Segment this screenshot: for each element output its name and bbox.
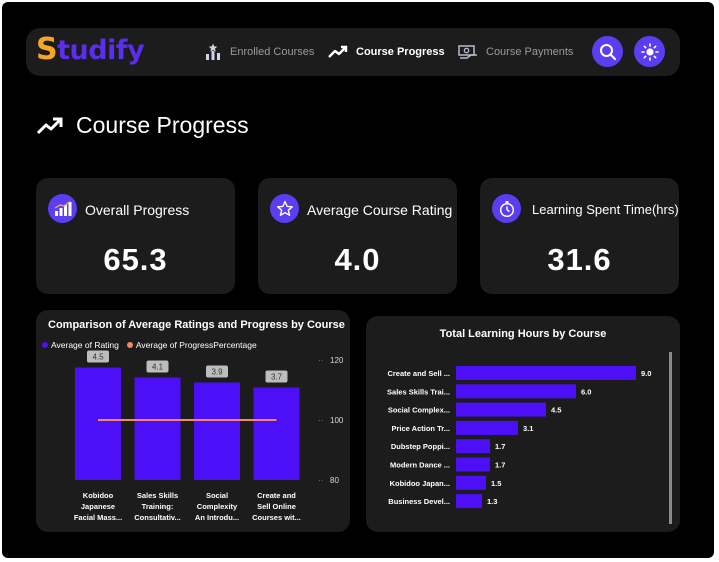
kpi-label: Overall Progress <box>85 202 190 218</box>
ratings-progress-chart-panel: Comparison of Average Ratings and Progre… <box>36 310 350 532</box>
data-label: 3.7 <box>271 373 283 382</box>
kpi-card-learning-time: Learning Spent Time(hrs) 31.6 <box>480 178 679 294</box>
category-label: Create and Sell ... <box>387 369 450 378</box>
kpi-icon-badge <box>48 194 77 223</box>
kpi-label: Average Course Rating <box>307 202 453 218</box>
data-label: 1.7 <box>495 442 505 451</box>
page-title: Course Progress <box>36 112 249 139</box>
bar-rating[interactable] <box>134 377 181 481</box>
axis-tick-label: 80 <box>330 476 339 485</box>
kpi-card-overall-progress: Overall Progress 65.3 <box>36 178 235 294</box>
category-label: Create and <box>257 491 296 500</box>
category-label: Sales Skills Trai... <box>387 387 450 396</box>
nav-enrolled-courses[interactable]: Enrolled Courses <box>204 42 314 62</box>
money-icon <box>458 45 477 59</box>
nav-enrolled-label: Enrolled Courses <box>230 46 315 58</box>
bar-learning-hours[interactable] <box>456 439 490 454</box>
category-label: Price Action Tr... <box>392 424 451 433</box>
bar-learning-hours[interactable] <box>456 494 482 509</box>
data-label: 3.9 <box>211 368 223 377</box>
category-label: Training: <box>142 502 174 511</box>
bar-learning-hours[interactable] <box>456 420 518 435</box>
axis-tick-label: 120 <box>330 356 344 365</box>
data-label: 6.0 <box>581 387 591 396</box>
category-label: Social <box>206 491 228 500</box>
axis-tick-mark: ·· <box>318 476 323 485</box>
sun-icon <box>640 42 659 61</box>
bar-learning-hours[interactable] <box>456 457 490 472</box>
category-label: Consultativ... <box>134 513 181 522</box>
nav-course-progress[interactable]: Course Progress <box>328 42 445 62</box>
data-label: 4.1 <box>152 363 164 372</box>
kpi-value: 4.0 <box>334 242 381 277</box>
category-label: Sell Online <box>257 502 296 511</box>
scrollbar-thumb[interactable] <box>669 352 672 524</box>
data-label: 1.3 <box>487 497 497 506</box>
bar-rating[interactable] <box>194 382 240 481</box>
logo-initial: S <box>36 32 58 67</box>
page-title-text: Course Progress <box>76 112 249 138</box>
bar-learning-hours[interactable] <box>456 402 546 417</box>
data-label: 9.0 <box>641 369 651 378</box>
category-label: Kobidoo <box>83 491 114 500</box>
bar-rating[interactable] <box>75 367 121 481</box>
data-label: 1.7 <box>495 461 505 470</box>
category-label: Sales Skills <box>137 491 178 500</box>
data-label: 4.5 <box>551 406 561 415</box>
dashboard-frame: Studify Enrolled Courses Course Progress… <box>2 2 714 558</box>
search-button[interactable] <box>592 36 623 67</box>
bar-learning-hours[interactable] <box>456 366 636 380</box>
star-bars-icon <box>206 43 220 60</box>
trend-up-icon <box>36 117 63 134</box>
axis-tick-mark: ·· <box>318 356 323 365</box>
data-label: 3.1 <box>523 424 533 433</box>
kpi-value: 31.6 <box>547 242 612 277</box>
axis-tick-mark: ·· <box>318 416 323 425</box>
bar-learning-hours[interactable] <box>456 384 576 399</box>
bar-rating[interactable] <box>253 387 300 481</box>
nav-progress-label: Course Progress <box>356 46 445 58</box>
category-label: An Introdu... <box>195 513 239 522</box>
category-label: Japanese <box>81 502 115 511</box>
bar-chart-icon <box>54 200 71 216</box>
category-label: Complexity <box>197 502 238 511</box>
category-label: Facial Mass... <box>74 513 122 522</box>
nav-course-payments[interactable]: Course Payments <box>458 42 573 62</box>
stopwatch-icon <box>499 200 514 217</box>
star-badge-icon <box>276 200 293 216</box>
kpi-icon-badge <box>492 194 521 223</box>
bar-learning-hours[interactable] <box>456 475 486 490</box>
category-label: Modern Dance ... <box>390 461 450 470</box>
category-label: Dubstep Poppi... <box>391 442 450 451</box>
logo-text: tudify <box>57 35 145 66</box>
nav-payments-label: Course Payments <box>486 46 574 58</box>
category-label: Courses wit... <box>252 513 301 522</box>
kpi-card-average-rating: Average Course Rating 4.0 <box>258 178 457 294</box>
kpi-icon-badge <box>270 194 299 223</box>
category-label: Business Devel... <box>388 497 450 506</box>
axis-tick-label: 100 <box>330 416 344 425</box>
top-navbar: Studify Enrolled Courses Course Progress… <box>26 28 680 76</box>
trend-up-icon <box>328 45 348 58</box>
category-label: Kobidoo Japan... <box>390 479 450 488</box>
app-logo[interactable]: Studify <box>36 32 145 67</box>
theme-toggle-button[interactable] <box>634 36 665 67</box>
kpi-label: Learning Spent Time(hrs) <box>532 202 679 217</box>
learning-hours-chart-panel: Total Learning Hours by Course Create an… <box>366 316 680 532</box>
search-icon <box>599 43 616 60</box>
data-label: 1.5 <box>491 479 501 488</box>
combo-bar-line-chart: 120 ·· 100 ·· 80 ·· 4.5 Kobidoo Japanese Facial M… <box>74 350 344 522</box>
category-label: Social Complex... <box>388 406 450 415</box>
kpi-value: 65.3 <box>103 242 168 277</box>
horizontal-bar-chart: Create and Sell ... 9.0 Sales Skills Trai.… <box>387 352 672 524</box>
data-label: 4.5 <box>92 353 104 362</box>
